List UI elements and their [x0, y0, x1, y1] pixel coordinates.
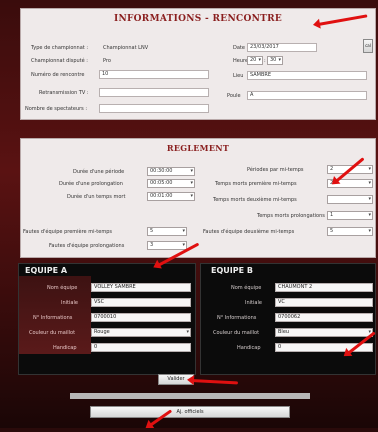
chevron-down-icon: ▾: [182, 228, 185, 234]
fautes-mt2-select[interactable]: 5 ▾: [327, 227, 373, 236]
heure-minutes-select[interactable]: 30 ▾: [267, 56, 283, 65]
equipe-a-initiale-input[interactable]: VSC: [91, 298, 191, 307]
numero-input[interactable]: 10: [99, 70, 209, 79]
tm1-label: Temps morts première mi-temps: [215, 181, 297, 187]
tm2-select[interactable]: ▾: [327, 195, 373, 204]
chevron-down-icon: ▾: [368, 180, 371, 186]
retransmission-label: Retransmission TV :: [39, 90, 89, 96]
temps-mort-label: Durée d'un temps mort: [67, 194, 126, 200]
app-window: INFORMATIONS - RENCONTRE Type de champio…: [0, 0, 378, 428]
heure-separator: :: [264, 58, 266, 64]
ajouter-officiels-button[interactable]: Aj. officiels: [90, 406, 290, 418]
equipe-a-handicap-label: Handicap: [53, 345, 77, 351]
prolongation-select[interactable]: 00:05:00 ▾: [147, 179, 195, 188]
equipe-b-handicap-label: Handicap: [237, 345, 261, 351]
equipe-b-num-input[interactable]: 0700062: [275, 313, 373, 322]
equipe-a-couleur-select[interactable]: Rouge ▾: [91, 328, 191, 337]
equipe-b-panel: EQUIPE B Nom équipe CHAUMONT 2 Initiale …: [200, 263, 376, 375]
temps-mort-select[interactable]: 00:01:00 ▾: [147, 192, 195, 201]
type-label: Type de championnat :: [31, 45, 89, 51]
equipe-a-couleur-label: Couleur du maillot: [29, 330, 76, 336]
equipe-a-nom-input[interactable]: VOLLEY SAMBRE: [91, 283, 191, 292]
equipe-b-initiale-input[interactable]: VC: [275, 298, 373, 307]
equipe-b-title: EQUIPE B: [211, 266, 253, 275]
poule-label: Poule: [227, 93, 241, 99]
retransmission-input[interactable]: [99, 88, 209, 97]
chevron-down-icon: ▾: [258, 57, 261, 63]
equipe-b-nom-input[interactable]: CHAUMONT 2: [275, 283, 373, 292]
fautes-prol-label: Fautes d'équipe prolongations: [49, 243, 125, 249]
chevron-down-icon: ▾: [368, 166, 371, 172]
chevron-down-icon: ▾: [368, 196, 371, 202]
chevron-down-icon: ▾: [278, 57, 281, 63]
chevron-down-icon: ▾: [182, 242, 185, 248]
divider-strip: [70, 393, 310, 399]
periode-select[interactable]: 00:30:00 ▾: [147, 167, 195, 176]
numero-label: Numéro de rencontre: [31, 72, 85, 78]
chevron-down-icon: ▾: [190, 168, 193, 174]
periode-label: Durée d'une période: [73, 169, 125, 175]
spectateurs-input[interactable]: [99, 104, 209, 113]
fautes-mt2-label: Fautes d'équipe deuxième mi-temps: [203, 229, 295, 235]
equipe-a-nom-label: Nom équipe: [47, 285, 78, 291]
tm2-label: Temps morts deuxième mi-temps: [213, 197, 297, 203]
chevron-down-icon: ▾: [190, 193, 193, 199]
chevron-down-icon: ▾: [368, 228, 371, 234]
equipe-a-handicap-input[interactable]: 0: [91, 343, 191, 352]
equipe-a-num-input[interactable]: 0700010: [91, 313, 191, 322]
chevron-down-icon: ▾: [190, 180, 193, 186]
annotation-arrow-valider: [191, 379, 239, 385]
equipe-a-initiale-label: Initiale: [61, 300, 78, 306]
reglement-panel: REGLEMENT Durée d'une période 00:30:00 ▾ …: [20, 138, 376, 258]
chevron-down-icon: ▾: [368, 212, 371, 218]
date-label: Date: [233, 45, 245, 51]
equipe-a-num-label: N° Informations: [33, 315, 73, 321]
equipe-b-num-label: N° Informations: [217, 315, 257, 321]
chevron-down-icon: ▾: [186, 329, 189, 335]
fautes-mt1-label: Fautes d'équipe première mi-temps: [23, 229, 112, 235]
tmp-label: Temps morts prolongations: [257, 213, 325, 219]
spectateurs-label: Nombre de spectateurs :: [25, 106, 88, 112]
equipe-b-initiale-label: Initiale: [245, 300, 262, 306]
date-input[interactable]: 23/03/2017: [247, 43, 317, 52]
fautes-mt1-select[interactable]: 5 ▾: [147, 227, 187, 236]
periodes-label: Périodes par mi-temps: [247, 167, 304, 173]
championnat-label: Championnat disputé :: [31, 58, 88, 64]
heure-label: Heure: [233, 58, 249, 64]
calendar-button[interactable]: cal: [363, 39, 373, 53]
lieu-label: Lieu: [233, 73, 244, 79]
equipe-b-nom-label: Nom équipe: [231, 285, 262, 291]
tmp-select[interactable]: 1 ▾: [327, 211, 373, 220]
equipe-a-panel: EQUIPE A Nom équipe VOLLEY SAMBRE Initia…: [18, 263, 196, 375]
calendar-icon: cal: [365, 43, 371, 48]
type-value: Championnat LNV: [103, 45, 149, 51]
lieu-input[interactable]: SAMBRE: [247, 71, 367, 80]
equipe-b-couleur-label: Couleur du maillot: [213, 330, 260, 336]
heure-hours-select[interactable]: 20 ▾: [247, 56, 263, 65]
poule-input[interactable]: A: [247, 91, 367, 100]
fautes-prol-select[interactable]: 3 ▾: [147, 241, 187, 250]
reglement-title: REGLEMENT: [166, 143, 230, 153]
equipe-a-title: EQUIPE A: [25, 266, 68, 275]
championnat-value: Pro: [103, 58, 111, 64]
prolongation-label: Durée d'une prolongation: [59, 181, 123, 187]
equipe-b-couleur-select[interactable]: Bleu ▾: [275, 328, 373, 337]
